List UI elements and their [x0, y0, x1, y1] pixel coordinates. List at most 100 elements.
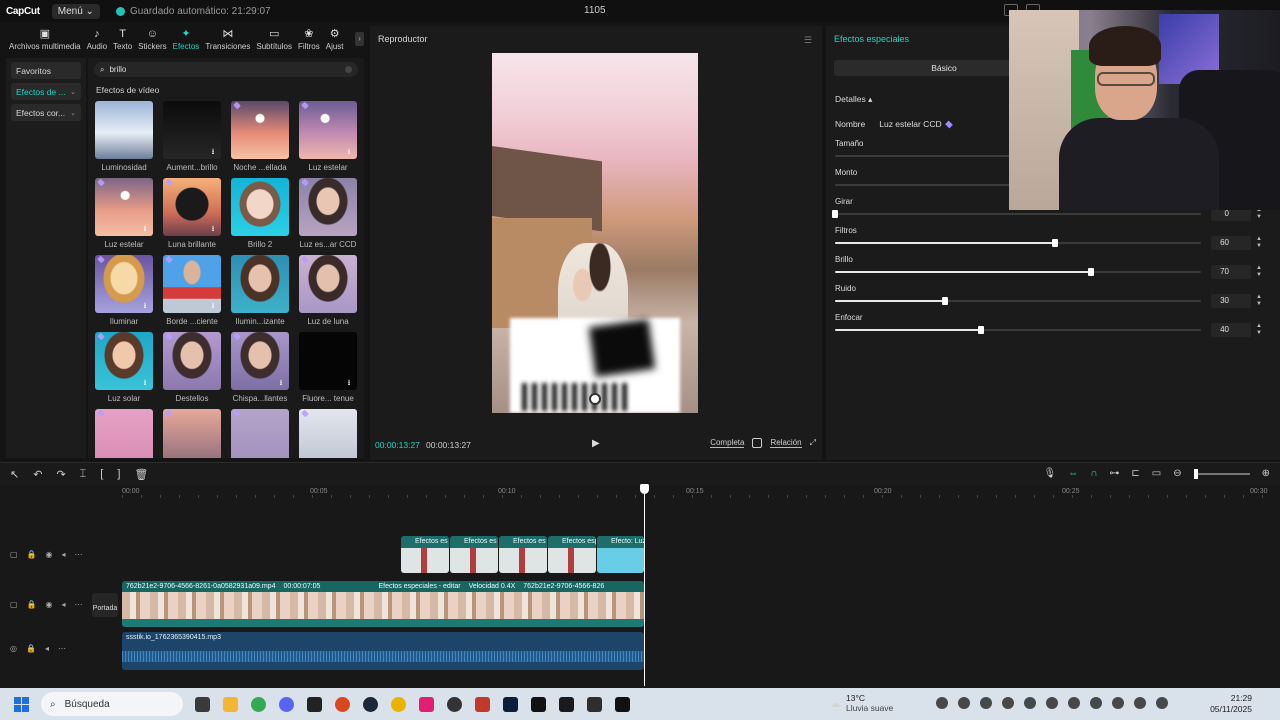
download-icon[interactable]: ⭳ — [208, 301, 218, 311]
param-slider[interactable] — [835, 297, 1201, 305]
preview-axis-icon[interactable]: ⊏ — [1131, 468, 1139, 479]
effect-thumbnail[interactable] — [299, 178, 357, 236]
effect-thumbnail[interactable] — [231, 101, 289, 159]
video-preview[interactable] — [492, 53, 698, 413]
tray-app-icon[interactable] — [1090, 697, 1102, 709]
effect-card[interactable] — [299, 409, 357, 458]
snapshot-icon[interactable] — [752, 438, 763, 448]
split-icon[interactable]: ⌶ — [80, 468, 87, 481]
lock-icon[interactable]: 🔒 — [27, 550, 37, 559]
details-toggle[interactable]: Detalles ▴ — [835, 94, 872, 105]
ratio-button[interactable]: Relación — [770, 438, 802, 448]
effect-thumbnail[interactable]: ⭳ — [163, 178, 221, 236]
effect-thumbnail[interactable] — [299, 409, 357, 458]
tab-subtitle[interactable]: ▭ Subtítulos — [253, 24, 295, 56]
full-quality-button[interactable]: Completa — [710, 438, 745, 448]
effect-card[interactable]: Luminosidad — [95, 101, 153, 172]
download-icon[interactable]: ⭳ — [140, 301, 150, 311]
param-slider-knob[interactable] — [832, 210, 838, 218]
tray-app-icon[interactable] — [1024, 697, 1036, 709]
coin-app-icon[interactable] — [391, 696, 406, 712]
download-icon[interactable]: ⭳ — [140, 224, 150, 234]
download-icon[interactable]: ⭳ — [208, 224, 218, 234]
tray-app-icon[interactable] — [936, 697, 948, 709]
main-video-clip[interactable]: 762b21e2-9706-4566-8261-0a0582931a09.mp4… — [122, 581, 644, 627]
tab-audio[interactable]: ♪ Audio — [84, 24, 110, 56]
effect-thumbnail[interactable]: ⭳ — [95, 178, 153, 236]
effect-thumbnail[interactable] — [163, 409, 221, 458]
tab-media[interactable]: ▣ Archivos multimedia — [6, 24, 84, 56]
taskbar-clock[interactable]: 21:29 05/11/2025 — [1210, 693, 1252, 715]
steam-icon[interactable] — [363, 696, 378, 712]
link-main-track-icon[interactable]: ⇔ — [1068, 468, 1078, 479]
stepper-icon[interactable]: ▲ ▼ — [1255, 236, 1263, 250]
effect-card[interactable]: ⭳ Aument...brillo — [163, 101, 221, 172]
zoom-out-icon[interactable]: ⊖ — [1173, 468, 1181, 479]
effect-thumbnail[interactable] — [299, 255, 357, 313]
param-slider[interactable] — [832, 210, 1201, 218]
effect-card[interactable]: Ilumin...izante — [231, 255, 289, 326]
redo-icon[interactable]: ↷ — [56, 468, 65, 481]
param-slider[interactable] — [835, 268, 1201, 276]
lock-icon[interactable]: 🔒 — [27, 600, 37, 609]
zoom-knob[interactable] — [1193, 468, 1198, 479]
effect-thumbnail[interactable]: ⭳ — [95, 255, 153, 313]
sidebar-item[interactable]: Favoritos — [11, 62, 81, 79]
more-icon[interactable]: ⋯ — [75, 550, 83, 559]
effect-thumbnail[interactable]: ⭳ — [299, 101, 357, 159]
capcut-taskbar-icon-2[interactable] — [615, 696, 630, 712]
param-value-input[interactable]: 30 — [1211, 294, 1251, 308]
effect-card[interactable]: ⭳ Luz solar — [95, 332, 153, 403]
download-icon[interactable]: ⭳ — [208, 147, 218, 157]
effect-thumbnail[interactable]: ⭳ — [163, 255, 221, 313]
param-slider[interactable] — [835, 326, 1201, 334]
tab-filter[interactable]: ❀ Filtros — [295, 24, 323, 56]
param-slider-knob[interactable] — [941, 297, 948, 305]
more-icon[interactable]: ⋯ — [75, 600, 83, 609]
effect-clip[interactable]: Efectos es — [499, 536, 547, 573]
param-slider-knob[interactable] — [978, 326, 985, 334]
more-icon[interactable]: ⋯ — [58, 644, 66, 653]
tiktok-icon[interactable] — [419, 696, 434, 712]
capcut-taskbar-icon[interactable] — [531, 696, 546, 712]
microphone-icon[interactable]: 🎙 — [1043, 468, 1056, 479]
download-icon[interactable]: ⭳ — [276, 378, 286, 388]
param-value-input[interactable]: 40 — [1211, 323, 1251, 337]
download-icon[interactable]: ⭳ — [344, 378, 354, 388]
play-button[interactable]: ▶ — [592, 438, 600, 449]
download-icon[interactable]: ⭳ — [140, 378, 150, 388]
effects-search-input[interactable]: ⌕ brillo — [94, 62, 358, 77]
game-icon[interactable] — [587, 696, 602, 712]
chrome-icon[interactable] — [251, 696, 266, 712]
effect-thumbnail[interactable] — [95, 101, 153, 159]
zoom-slider[interactable] — [1193, 468, 1250, 479]
brave-icon[interactable] — [335, 696, 350, 712]
discord-icon[interactable] — [279, 696, 294, 712]
tab-sticker[interactable]: ☺ Stickers — [135, 24, 169, 56]
caption-icon[interactable]: ▭ — [1152, 468, 1161, 479]
battery-icon[interactable] — [1156, 697, 1168, 709]
effect-thumbnail[interactable] — [163, 332, 221, 390]
volume-tray-icon[interactable] — [1134, 697, 1146, 709]
effect-thumbnail[interactable] — [231, 409, 289, 458]
text-app-icon[interactable] — [475, 696, 490, 712]
wifi-icon[interactable] — [1112, 697, 1124, 709]
track-toggle-icon[interactable]: ▢ — [10, 600, 18, 609]
effect-card[interactable] — [95, 409, 153, 458]
stepper-icon[interactable]: ▲ ▼ — [1255, 323, 1263, 337]
effect-thumbnail[interactable]: ⭳ — [95, 332, 153, 390]
effect-card[interactable]: ⭳ Chispa...llantes — [231, 332, 289, 403]
trim-left-icon[interactable]: [ — [100, 468, 103, 481]
effect-card[interactable]: Noche ...ellada — [231, 101, 289, 172]
effect-card[interactable]: ⭳ Luz estelar — [95, 178, 153, 249]
playhead[interactable] — [644, 486, 645, 686]
tray-app-icon[interactable] — [958, 697, 970, 709]
effect-card[interactable] — [231, 409, 289, 458]
obs-icon[interactable] — [447, 696, 462, 712]
tab-effects[interactable]: ✦ Efectos — [170, 24, 203, 56]
link-icon[interactable]: ⊶ — [1109, 468, 1119, 479]
effect-card[interactable]: ⭳ Fluore... tenue — [299, 332, 357, 403]
cover-button[interactable]: Portada — [92, 593, 118, 617]
effect-clip[interactable]: Efecto: Luz — [597, 536, 644, 573]
taskbar-search[interactable]: ⌕ Búsqueda — [41, 692, 183, 716]
